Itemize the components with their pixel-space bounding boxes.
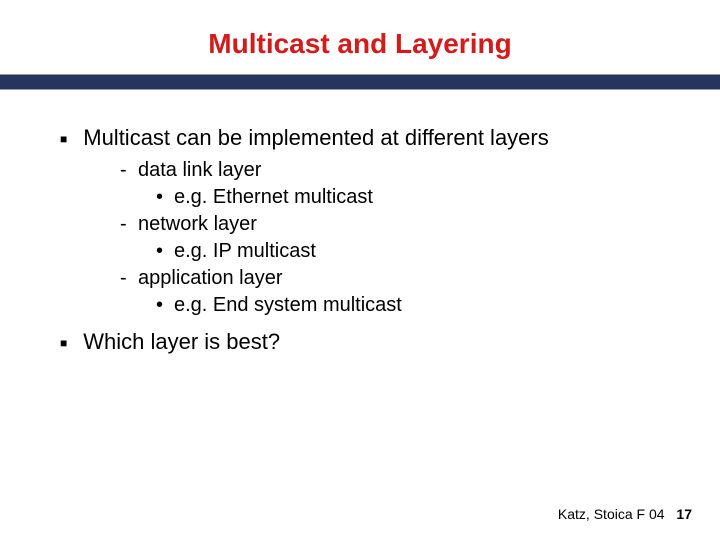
layer-2-example-text: e.g. IP multicast [174,239,316,264]
dash-icon: - [120,266,138,291]
dash-icon: - [120,158,138,183]
dot-icon: • [156,185,174,210]
bullet-point-2-text: Which layer is best? [83,328,280,356]
layer-2-name: network layer [138,212,257,237]
footer-credit: Katz, Stoica F 04 [558,506,665,522]
layer-1: - data link layer [120,158,670,183]
slide-title: Multicast and Layering [0,0,720,74]
page-number: 17 [676,506,692,522]
dot-icon: • [156,293,174,318]
layer-3: - application layer [120,266,670,291]
slide-content: ■ Multicast can be implemented at differ… [0,90,720,355]
square-bullet-icon: ■ [60,336,67,351]
layer-2: - network layer [120,212,670,237]
layer-1-name: data link layer [138,158,261,183]
bullet-point-1: ■ Multicast can be implemented at differ… [60,124,670,152]
bullet-point-1-sub: - data link layer • e.g. Ethernet multic… [60,158,670,318]
layer-1-example: • e.g. Ethernet multicast [120,185,670,210]
layer-3-name: application layer [138,266,283,291]
slide: Multicast and Layering ■ Multicast can b… [0,0,720,540]
title-divider [0,74,720,90]
layer-2-example: • e.g. IP multicast [120,239,670,264]
bullet-point-2: ■ Which layer is best? [60,328,670,356]
dot-icon: • [156,239,174,264]
dash-icon: - [120,212,138,237]
square-bullet-icon: ■ [60,132,67,147]
slide-footer: Katz, Stoica F 04 17 [558,506,692,522]
bullet-point-1-text: Multicast can be implemented at differen… [83,124,549,152]
layer-3-example: • e.g. End system multicast [120,293,670,318]
layer-1-example-text: e.g. Ethernet multicast [174,185,373,210]
layer-3-example-text: e.g. End system multicast [174,293,402,318]
